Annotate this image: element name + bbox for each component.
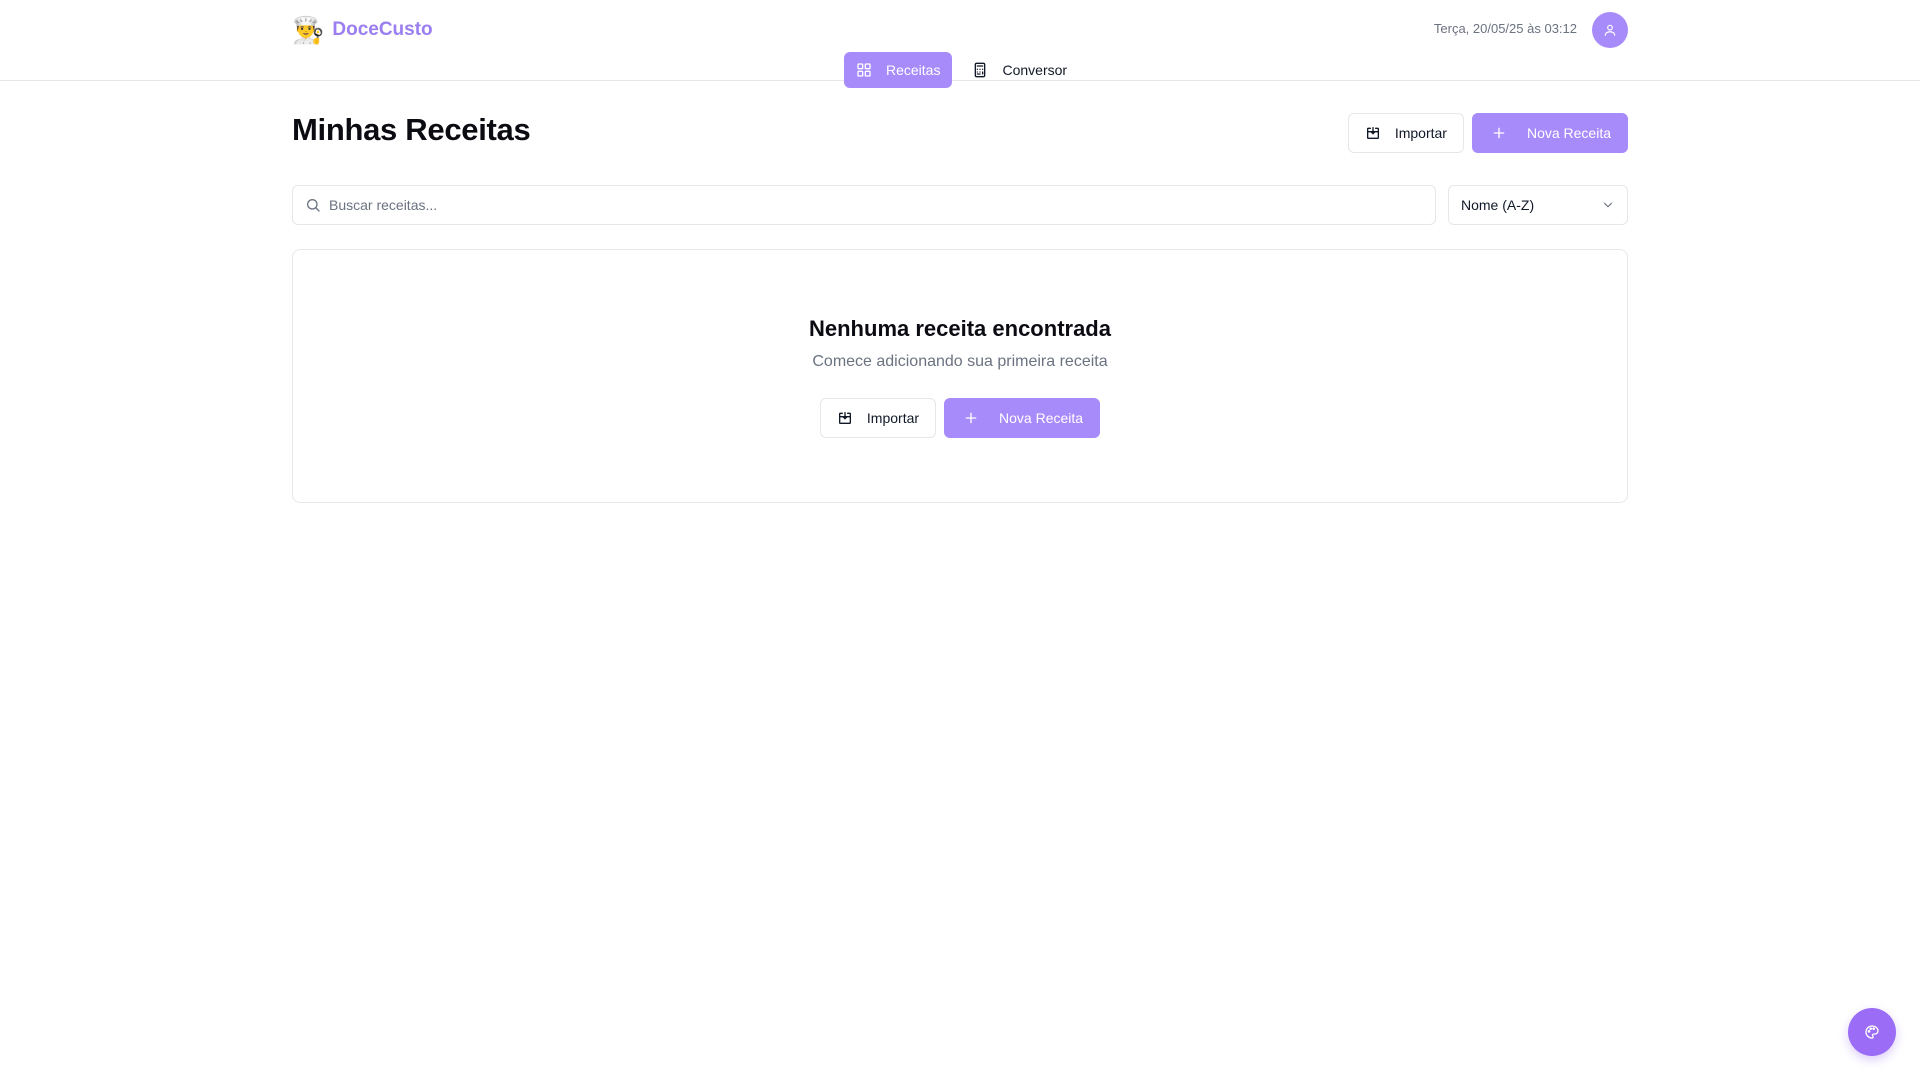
- import-button[interactable]: Importar: [1347, 113, 1464, 153]
- top-header: 👨‍🍳 DoceCusto Terça, 20/05/25 às 03:12 R…: [0, 0, 1920, 88]
- user-avatar-button[interactable]: [1592, 12, 1628, 48]
- empty-state-title: Nenhuma receita encontrada: [809, 316, 1111, 341]
- plus-icon: [965, 412, 977, 424]
- new-recipe-button[interactable]: Nova Receita: [1471, 113, 1628, 153]
- empty-state-subtitle: Comece adicionando sua primeira receita: [812, 353, 1108, 370]
- empty-import-button-label: Importar: [866, 410, 920, 426]
- tab-conversor[interactable]: Conversor: [960, 52, 1079, 88]
- grid-icon: [857, 63, 871, 77]
- sort-select[interactable]: Nome (A-Z): [1448, 185, 1628, 225]
- search-icon: [307, 199, 320, 212]
- search-input[interactable]: [329, 186, 1429, 224]
- user-icon: [1604, 24, 1616, 36]
- search-box: [292, 185, 1436, 225]
- tab-receitas-label: Receitas: [886, 62, 941, 78]
- empty-state-actions: Importar Nova Receita: [293, 398, 1627, 438]
- empty-import-button[interactable]: Importar: [819, 398, 937, 438]
- main-nav: Receitas Conversor: [844, 52, 1079, 88]
- new-recipe-button-label: Nova Receita: [1526, 125, 1611, 141]
- empty-new-recipe-button[interactable]: Nova Receita: [944, 398, 1101, 438]
- page-title: Minhas Receitas: [292, 112, 531, 147]
- plus-icon: [1493, 127, 1505, 139]
- download-icon: [838, 412, 851, 424]
- empty-new-recipe-button-label: Nova Receita: [999, 410, 1084, 426]
- download-icon: [1366, 127, 1379, 139]
- tab-receitas[interactable]: Receitas: [844, 52, 953, 88]
- theme-fab-button[interactable]: [1848, 1008, 1896, 1056]
- page-actions: Importar Nova Receita: [1347, 113, 1628, 153]
- import-button-label: Importar: [1394, 125, 1447, 141]
- palette-icon: [1865, 1025, 1879, 1039]
- brand-name: DoceCusto: [332, 19, 433, 40]
- sort-select-value: Nome (A-Z): [1461, 197, 1535, 213]
- tab-conversor-label: Conversor: [1002, 62, 1068, 78]
- empty-state-card: Nenhuma receita encontrada Comece adicio…: [292, 249, 1628, 503]
- chevron-down-icon: [1603, 202, 1613, 208]
- chef-icon: 👨‍🍳: [292, 15, 325, 45]
- brand-logo[interactable]: 👨‍🍳 DoceCusto: [292, 14, 433, 46]
- calculator-icon: [975, 62, 986, 78]
- current-datetime: Terça, 20/05/25 às 03:12: [1433, 21, 1577, 36]
